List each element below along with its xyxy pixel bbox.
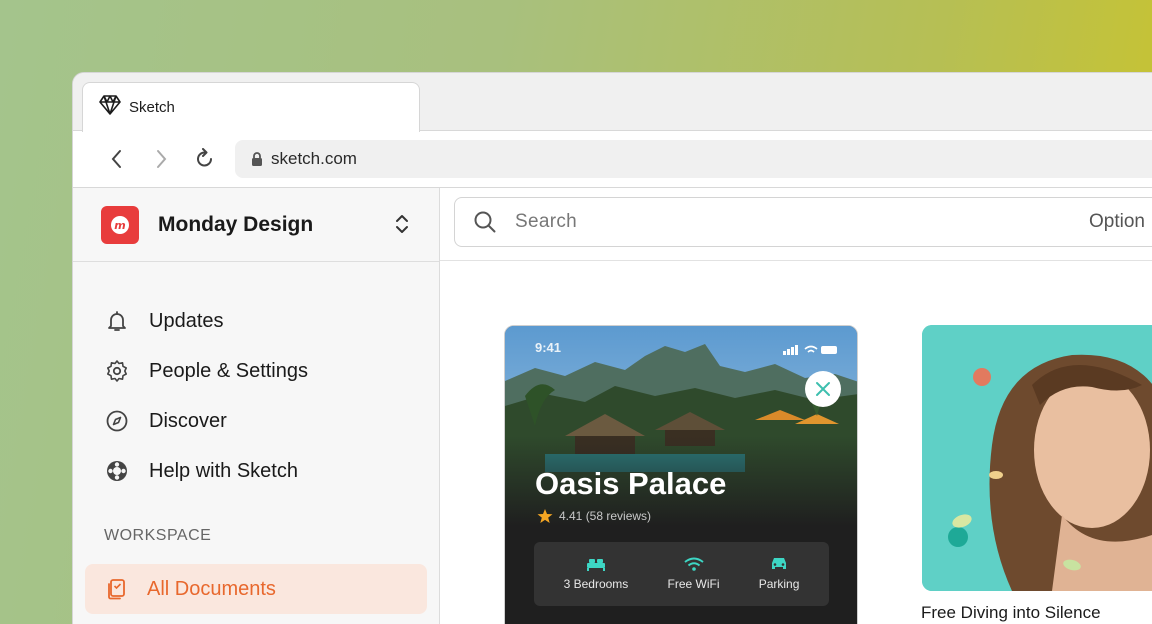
- svg-text:m: m: [114, 219, 125, 232]
- workspace-name: Monday Design: [158, 212, 314, 236]
- document-card[interactable]: [922, 325, 1152, 591]
- search-icon: [474, 211, 496, 233]
- sidebar-item-discover[interactable]: Discover: [73, 396, 439, 446]
- tab-title: Sketch: [129, 99, 175, 116]
- sidebar-item-all-documents[interactable]: All Documents: [85, 564, 427, 614]
- browser-window: Sketch sketch.com m Monday Design Update…: [72, 72, 1152, 624]
- sidebar-item-label: All Documents: [147, 577, 276, 600]
- browser-toolbar: sketch.com: [73, 131, 1152, 188]
- amenity-label: Free WiFi: [667, 577, 720, 591]
- url-text: sketch.com: [271, 149, 357, 168]
- sidebar-item-updates[interactable]: Updates: [73, 296, 439, 346]
- amenity-label: Parking: [758, 577, 800, 591]
- tab-bar: Sketch: [73, 73, 1152, 132]
- app-container: m Monday Design Updates People & Setting…: [73, 188, 1152, 624]
- workspace-section-label: WORKSPACE: [104, 527, 212, 544]
- status-time: 9:41: [535, 340, 562, 355]
- search-input[interactable]: Search: [515, 211, 577, 233]
- forward-button[interactable]: [139, 143, 183, 175]
- rating: 4.41 (58 reviews): [537, 508, 651, 524]
- document-card[interactable]: 9:41 Oasis Palace 4.41 (58 reviews) 3 Be…: [504, 325, 858, 624]
- sidebar-item-label: Updates: [149, 309, 224, 332]
- sidebar-nav: Updates People & Settings Discover Help …: [73, 262, 439, 614]
- main-divider: [440, 260, 1152, 261]
- sidebar-item-label: Discover: [149, 409, 227, 432]
- chevron-left-icon: [111, 150, 121, 168]
- browser-tab[interactable]: Sketch: [82, 82, 420, 132]
- address-bar[interactable]: sketch.com: [235, 140, 1152, 178]
- documents-icon: [108, 579, 125, 600]
- search-option-hint: Option: [1089, 211, 1145, 232]
- main-content: Search Option 9:41 Oasis Palace 4.41 (58…: [440, 188, 1152, 624]
- bell-icon: [108, 311, 126, 331]
- close-icon: [816, 382, 830, 396]
- bed-icon: [586, 559, 605, 571]
- status-bar-icons: [783, 342, 839, 360]
- close-button[interactable]: [805, 371, 841, 407]
- reload-icon: [197, 148, 212, 167]
- sidebar-item-people-settings[interactable]: People & Settings: [73, 346, 439, 396]
- back-button[interactable]: [95, 143, 139, 175]
- wifi-icon: [683, 557, 704, 571]
- amenity-label: 3 Bedrooms: [563, 577, 629, 591]
- document-title: Free Diving into Silence: [921, 603, 1101, 622]
- lifebuoy-icon: [107, 461, 127, 481]
- sidebar-item-label: People & Settings: [149, 359, 308, 382]
- amenities-panel: 3 Bedrooms Free WiFi Parking: [534, 542, 829, 606]
- chevron-up-down-icon: [395, 213, 409, 240]
- workspace-logo: m: [101, 205, 139, 244]
- amenity-wifi: Free WiFi: [668, 557, 720, 591]
- car-icon: [772, 558, 787, 569]
- hotel-title: Oasis Palace: [535, 466, 727, 501]
- document-thumbnail: [922, 325, 1152, 591]
- sketch-diamond-icon: [99, 95, 121, 120]
- lock-icon: [252, 152, 262, 166]
- amenity-bedrooms: 3 Bedrooms: [563, 557, 629, 591]
- sidebar-item-help[interactable]: Help with Sketch: [73, 446, 439, 496]
- gear-icon: [107, 360, 127, 382]
- amenity-parking: Parking: [758, 557, 800, 591]
- sidebar-item-label: Help with Sketch: [149, 459, 298, 482]
- sidebar: m Monday Design Updates People & Setting…: [73, 188, 440, 624]
- search-bar[interactable]: Search Option: [454, 197, 1152, 247]
- chevron-right-icon: [157, 150, 167, 168]
- compass-icon: [106, 410, 128, 432]
- workspace-switcher[interactable]: m Monday Design: [73, 188, 439, 262]
- star-icon: [537, 509, 553, 523]
- rating-text: 4.41 (58 reviews): [559, 509, 652, 523]
- reload-button[interactable]: [183, 143, 227, 175]
